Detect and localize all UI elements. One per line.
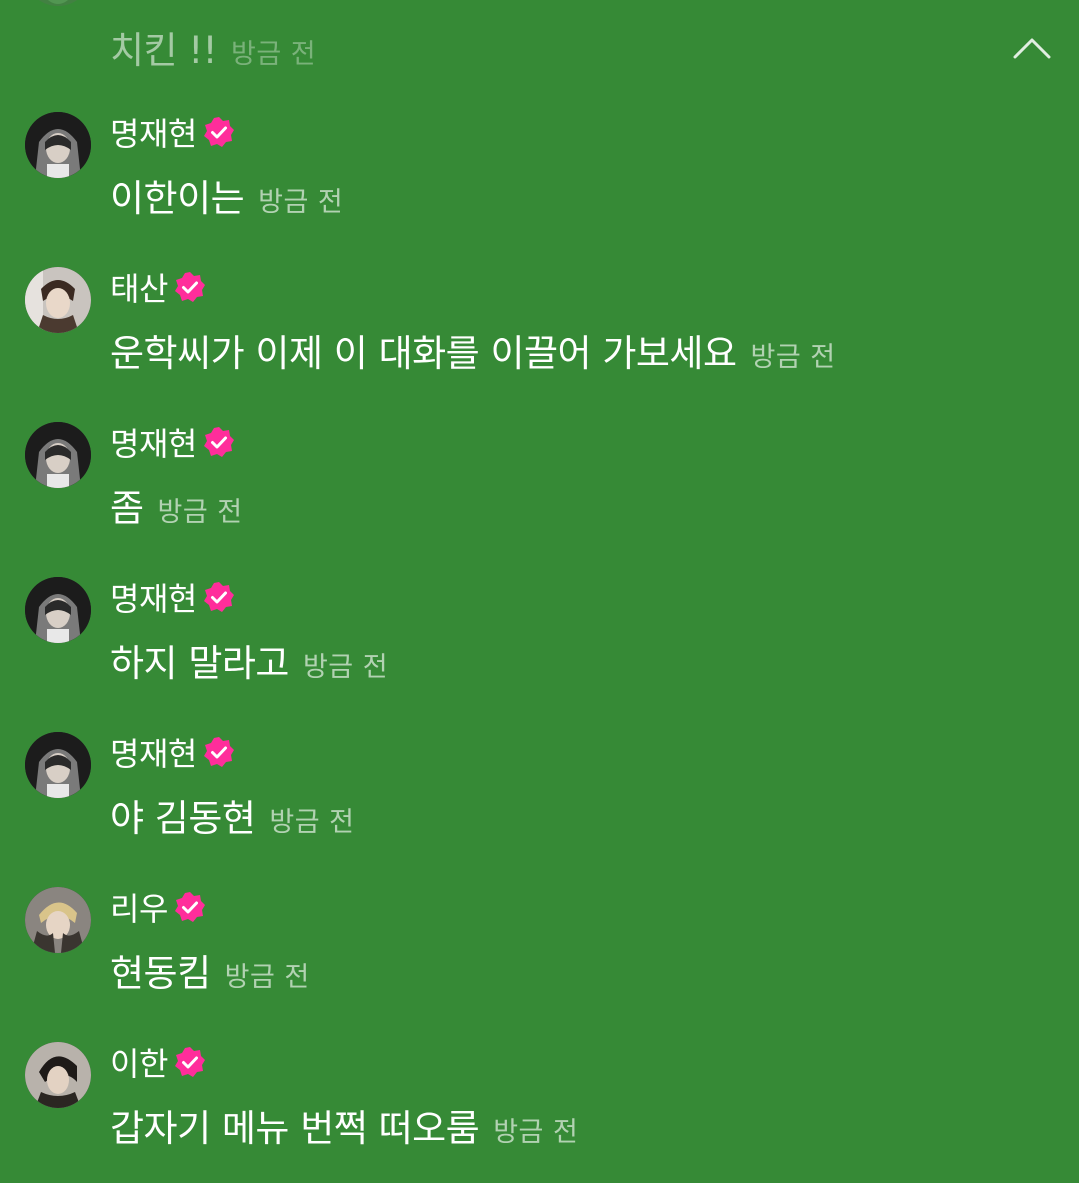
user-name[interactable]: 이한: [110, 1039, 168, 1085]
message-time: 방금 전: [224, 962, 310, 993]
message-text: 갑자기 메뉴 번쩍 떠오룸: [110, 1107, 480, 1150]
user-name[interactable]: 리우: [110, 884, 168, 930]
message-text: 이한이는: [110, 177, 245, 220]
message-time: 방금 전: [269, 807, 355, 838]
message-time: 방금 전: [157, 497, 243, 528]
message-header: 명재현: [110, 419, 235, 465]
message-header: 명재현: [110, 574, 235, 620]
user-name[interactable]: 태산: [110, 264, 168, 310]
user-name[interactable]: 명재현: [110, 419, 197, 465]
message-time: 방금 전: [493, 1117, 579, 1148]
verified-badge-icon: [203, 582, 234, 612]
chat-message-partial: 치킨 !! 방금 전: [0, 0, 1079, 72]
chat-message: 명재현 좀 방금 전: [0, 422, 1079, 542]
chat-message: 리우 현동킴 방금 전: [0, 887, 1079, 1007]
verified-badge-icon: [203, 427, 234, 457]
verified-badge-icon: [174, 272, 205, 302]
chat-message: 태산 운학씨가 이제 이 대화를 이끌어 가보세요 방금 전: [0, 267, 1079, 387]
avatar[interactable]: [25, 267, 91, 333]
avatar[interactable]: [25, 422, 91, 488]
verified-badge-icon: [174, 1047, 205, 1077]
message-text-row: 치킨 !! 방금 전: [110, 20, 316, 72]
chat-message: 명재현 이한이는 방금 전: [0, 112, 1079, 232]
verified-badge-icon: [203, 117, 234, 147]
avatar[interactable]: [25, 0, 91, 6]
avatar[interactable]: [25, 887, 91, 953]
user-name[interactable]: 명재현: [110, 729, 197, 775]
verified-badge-icon: [203, 737, 234, 767]
chevron-up-icon: [1013, 38, 1051, 59]
message-time: 방금 전: [231, 39, 317, 70]
collapse-button[interactable]: [1011, 30, 1053, 66]
message-header: 이한: [110, 1039, 206, 1085]
message-text-row: 운학씨가 이제 이 대화를 이끌어 가보세요 방금 전: [110, 323, 836, 375]
message-text: 운학씨가 이제 이 대화를 이끌어 가보세요: [110, 332, 737, 375]
message-text: 야 김동현: [110, 797, 256, 840]
message-text: 좀: [110, 487, 144, 530]
message-text-row: 야 김동현 방금 전: [110, 788, 355, 840]
chat-list: 치킨 !! 방금 전 명재현 이한이는 방금 전 태산 운학씨가 이제 이 대화…: [0, 0, 1079, 1183]
message-header: 리우: [110, 884, 206, 930]
message-text: 하지 말라고: [110, 642, 289, 685]
user-name[interactable]: 명재현: [110, 574, 197, 620]
message-text-row: 갑자기 메뉴 번쩍 떠오룸 방금 전: [110, 1098, 578, 1150]
message-text-row: 현동킴 방금 전: [110, 943, 310, 995]
chat-message: 명재현 야 김동현 방금 전: [0, 732, 1079, 852]
message-header: 명재현: [110, 109, 235, 155]
chat-message: 명재현 하지 말라고 방금 전: [0, 577, 1079, 697]
message-time: 방금 전: [750, 342, 836, 373]
avatar[interactable]: [25, 577, 91, 643]
message-text-row: 이한이는 방금 전: [110, 168, 343, 220]
chat-message: 이한 갑자기 메뉴 번쩍 떠오룸 방금 전: [0, 1042, 1079, 1162]
message-header: 명재현: [110, 729, 235, 775]
message-text: 현동킴: [110, 952, 211, 995]
verified-badge-icon: [174, 892, 205, 922]
avatar[interactable]: [25, 732, 91, 798]
message-time: 방금 전: [302, 652, 389, 683]
message-text-row: 하지 말라고 방금 전: [110, 633, 388, 685]
user-name[interactable]: 명재현: [110, 109, 197, 155]
avatar[interactable]: [25, 112, 91, 178]
message-time: 방금 전: [258, 187, 344, 218]
message-header: 태산: [110, 264, 206, 310]
message-text: 치킨 !!: [110, 29, 218, 72]
message-text-row: 좀 방금 전: [110, 478, 243, 530]
avatar[interactable]: [25, 1042, 91, 1108]
